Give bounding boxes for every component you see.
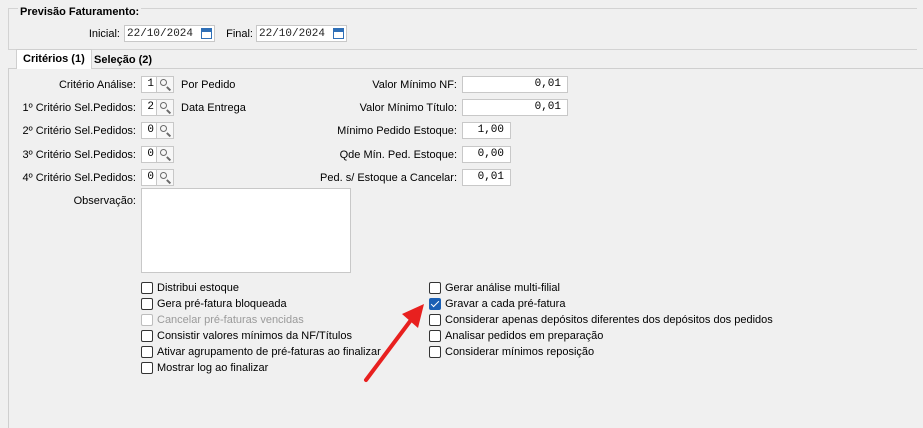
minimo-pedido-estoque-input[interactable]: 1,00 (462, 122, 511, 139)
criterio-3-code[interactable]: 0 (141, 146, 157, 163)
criterio-4-code[interactable]: 0 (141, 169, 157, 186)
checkbox-group-right: Gerar análise multi-filial Gravar a cada… (429, 280, 773, 360)
checkbox[interactable] (141, 346, 153, 358)
checkbox[interactable] (141, 298, 153, 310)
checkbox[interactable] (429, 346, 441, 358)
checkbox-gravar-cada-pre-fatura[interactable]: Gravar a cada pré-fatura (429, 296, 773, 312)
criterio-2-label: 2º Critério Sel.Pedidos: (22, 125, 136, 137)
observacao-label: Observação: (73, 195, 136, 207)
search-icon[interactable] (157, 169, 174, 186)
checkbox[interactable] (429, 314, 441, 326)
valor-minimo-titulo-label: Valor Mínimo Título: (359, 102, 457, 114)
checkbox-checked[interactable] (429, 298, 441, 310)
inicial-date-value: 22/10/2024 (127, 28, 194, 40)
ped-sem-estoque-cancelar-label: Ped. s/ Estoque a Cancelar: (320, 172, 457, 184)
inicial-label: Inicial: (88, 28, 120, 40)
search-icon[interactable] (157, 76, 174, 93)
search-icon[interactable] (157, 122, 174, 139)
checkbox-analisar-pedidos-preparacao[interactable]: Analisar pedidos em preparação (429, 328, 773, 344)
checkbox[interactable] (141, 282, 153, 294)
tab-criterios[interactable]: Critérios (1) (16, 49, 92, 69)
final-date-input[interactable]: 22/10/2024 (256, 25, 347, 42)
checkbox-cancelar-pre-faturas-vencidas: Cancelar pré-faturas vencidas (141, 312, 381, 328)
observacao-textarea[interactable] (141, 188, 351, 273)
criterio-2-code[interactable]: 0 (141, 122, 157, 139)
final-date-value: 22/10/2024 (259, 28, 326, 40)
search-icon[interactable] (157, 99, 174, 116)
checkbox-ativar-agrupamento[interactable]: Ativar agrupamento de pré-faturas ao fin… (141, 344, 381, 360)
criterio-1-desc: Data Entrega (181, 102, 246, 114)
valor-minimo-nf-label: Valor Mínimo NF: (372, 79, 457, 91)
checkbox[interactable] (141, 330, 153, 342)
criterio-4-label: 4º Critério Sel.Pedidos: (22, 172, 136, 184)
checkbox-mostrar-log[interactable]: Mostrar log ao finalizar (141, 360, 381, 376)
qde-min-ped-estoque-label: Qde Mín. Ped. Estoque: (339, 149, 457, 161)
checkbox[interactable] (141, 362, 153, 374)
checkbox-consistir-valores-minimos[interactable]: Consistir valores mínimos da NF/Títulos (141, 328, 381, 344)
checkbox-group-left: Distribui estoque Gera pré-fatura bloque… (141, 280, 381, 376)
search-icon[interactable] (157, 146, 174, 163)
checkbox (141, 314, 153, 326)
checkbox-gerar-analise-multi-filial[interactable]: Gerar análise multi-filial (429, 280, 773, 296)
calendar-icon[interactable] (333, 28, 344, 39)
checkbox[interactable] (429, 330, 441, 342)
criterio-3-label: 3º Critério Sel.Pedidos: (22, 149, 136, 161)
checkbox-distribui-estoque[interactable]: Distribui estoque (141, 280, 381, 296)
checkbox[interactable] (429, 282, 441, 294)
minimo-pedido-estoque-label: Mínimo Pedido Estoque: (337, 125, 457, 137)
qde-min-ped-estoque-input[interactable]: 0,00 (462, 146, 511, 163)
criterio-analise-label: Critério Análise: (58, 79, 136, 91)
ped-sem-estoque-cancelar-input[interactable]: 0,01 (462, 169, 511, 186)
criterio-1-code[interactable]: 2 (141, 99, 157, 116)
valor-minimo-nf-input[interactable]: 0,01 (462, 76, 568, 93)
previsao-faturamento-title: Previsão Faturamento: (18, 6, 142, 18)
valor-minimo-titulo-input[interactable]: 0,01 (462, 99, 568, 116)
inicial-date-input[interactable]: 22/10/2024 (124, 25, 215, 42)
checkbox-gera-pre-fatura-bloqueada[interactable]: Gera pré-fatura bloqueada (141, 296, 381, 312)
tab-selecao[interactable]: Seleção (2) (88, 51, 158, 69)
checkbox-considerar-apenas-depositos[interactable]: Considerar apenas depósitos diferentes d… (429, 312, 773, 328)
final-label: Final: (226, 28, 253, 40)
criterio-analise-code[interactable]: 1 (141, 76, 157, 93)
arrow-icon (364, 304, 424, 382)
criterio-analise-desc: Por Pedido (181, 79, 236, 91)
checkbox-considerar-minimos-reposicao[interactable]: Considerar mínimos reposição (429, 344, 773, 360)
criterio-1-label: 1º Critério Sel.Pedidos: (22, 102, 136, 114)
